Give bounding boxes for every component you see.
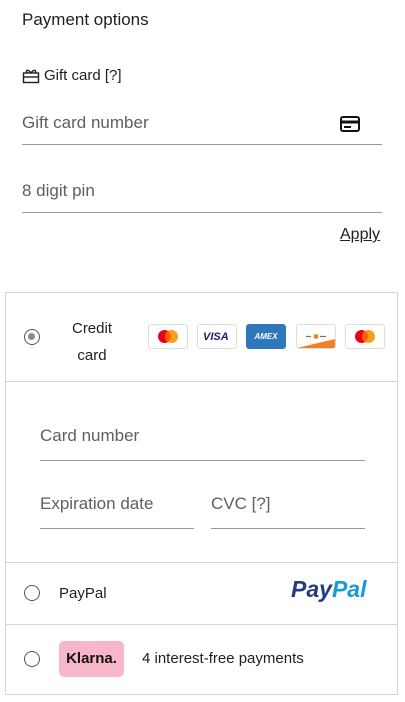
divider — [6, 624, 397, 625]
expiration-date-input[interactable] — [40, 489, 194, 519]
maestro-icon — [345, 324, 385, 349]
amex-text: AMEX — [247, 325, 285, 348]
divider — [6, 381, 397, 382]
visa-text: VISA — [203, 331, 229, 343]
card-icon — [340, 116, 360, 137]
credit-card-label-line1: Credit — [71, 320, 112, 337]
expiration-date-field[interactable] — [40, 489, 194, 529]
payment-methods-panel: Credit card VISA AMEX Card number Expira… — [5, 292, 398, 695]
cvc-input[interactable] — [211, 489, 365, 519]
gift-card-pin-field[interactable] — [22, 176, 382, 213]
gift-icon — [22, 68, 40, 84]
page-title: Payment options — [22, 10, 149, 29]
cvc-field[interactable] — [211, 489, 365, 529]
divider — [6, 562, 397, 563]
paypal-radio[interactable] — [24, 585, 40, 601]
apply-button[interactable]: Apply — [340, 226, 380, 244]
klarna-label[interactable]: 4 interest-free payments — [142, 650, 304, 667]
gift-card-number-input[interactable] — [22, 108, 382, 138]
card-number-input[interactable] — [40, 421, 365, 451]
card-number-field[interactable] — [40, 421, 365, 461]
paypal-logo: PayPal — [291, 576, 366, 603]
paypal-label[interactable]: PayPal — [59, 585, 107, 602]
klarna-logo: Klarna. — [59, 641, 124, 677]
paypal-logo-pal: Pal — [331, 576, 367, 602]
credit-card-radio[interactable] — [24, 329, 40, 345]
gift-card-heading: Gift card [?] — [22, 67, 122, 84]
gift-card-number-field[interactable] — [22, 108, 382, 145]
gift-card-heading-label[interactable]: Gift card [?] — [44, 67, 122, 84]
klarna-radio[interactable] — [24, 651, 40, 667]
mastercard-icon — [148, 324, 188, 349]
visa-icon: VISA — [197, 324, 237, 349]
gift-card-pin-input[interactable] — [22, 176, 382, 206]
credit-card-label[interactable]: Credit card — [64, 315, 120, 369]
paypal-logo-pay: Pay — [291, 576, 332, 602]
amex-icon: AMEX — [246, 324, 286, 349]
credit-card-label-line2: card — [77, 347, 107, 364]
discover-icon — [296, 324, 336, 349]
